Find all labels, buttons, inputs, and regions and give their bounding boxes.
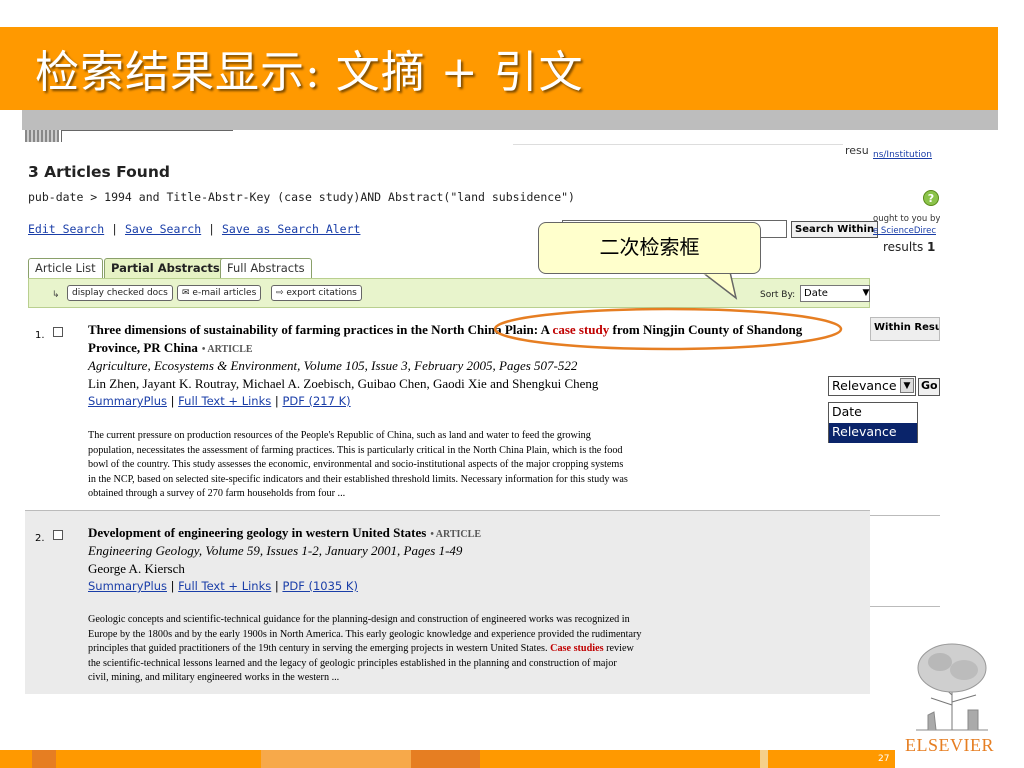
- search-actions: Edit Search | Save Search | Save as Sear…: [28, 222, 360, 236]
- article-type-badge: • ARTICLE: [430, 529, 481, 540]
- separator: |: [170, 579, 175, 593]
- within-results-button[interactable]: Within Resu: [870, 317, 940, 341]
- full-text-link[interactable]: Full Text + Links: [178, 579, 271, 593]
- divider: [513, 144, 843, 145]
- chevron-down-icon[interactable]: ▼: [900, 378, 914, 393]
- divider: [870, 515, 940, 516]
- abstract-text: review: [603, 643, 634, 654]
- tab-partial-abstracts[interactable]: Partial Abstracts: [104, 258, 227, 278]
- sort-options-list: Date Relevance: [828, 402, 918, 443]
- help-icon[interactable]: ?: [923, 190, 939, 206]
- edit-search-link[interactable]: Edit Search: [28, 222, 104, 236]
- callout-tail: [700, 272, 738, 300]
- result-links: SummaryPlus | Full Text + Links | PDF (2…: [88, 394, 351, 408]
- sciencedirect-link[interactable]: e ScienceDirec: [873, 226, 936, 236]
- separator: |: [111, 222, 119, 236]
- search-query-text: pub-date > 1994 and Title-Abstr-Key (cas…: [28, 190, 575, 204]
- publisher-logo: ELSEVIER: [905, 735, 994, 755]
- results-count: results 1: [883, 240, 935, 254]
- separator: |: [208, 222, 216, 236]
- export-citations-button[interactable]: ⇨ export citations: [271, 285, 362, 301]
- full-text-link[interactable]: Full Text + Links: [178, 394, 271, 408]
- summaryplus-link[interactable]: SummaryPlus: [88, 579, 167, 593]
- result-abstract: Geologic concepts and scientific-technic…: [88, 613, 768, 686]
- article-type-badge: • ARTICLE: [201, 344, 253, 355]
- search-within-button[interactable]: Search Within: [791, 221, 879, 238]
- arrow-down-icon: ↳: [52, 290, 60, 300]
- page-number: 27: [878, 754, 890, 764]
- abstract-highlight: Case studies: [550, 643, 604, 654]
- separator: |: [274, 394, 279, 408]
- title-text[interactable]: Province, PR China: [88, 340, 198, 355]
- sort-option-date[interactable]: Date: [829, 403, 917, 423]
- abstract-line: bowl of the country. This study assesses…: [88, 459, 624, 470]
- abstract-line: Geologic concepts and scientific-technic…: [88, 614, 630, 625]
- summaryplus-link[interactable]: SummaryPlus: [88, 394, 167, 408]
- abstract-line: The current pressure on production resou…: [88, 430, 591, 441]
- brought-to-you-text: ought to you by: [873, 214, 940, 224]
- abstract-line: principles that guided practitioners of …: [88, 642, 768, 657]
- result-source: Engineering Geology, Volume 59, Issues 1…: [88, 543, 463, 558]
- result-links: SummaryPlus | Full Text + Links | PDF (1…: [88, 579, 358, 593]
- tab-full-abstracts[interactable]: Full Abstracts: [220, 258, 312, 278]
- separator: |: [170, 394, 175, 408]
- abstract-line: obtained through a survey of 270 farm ho…: [88, 488, 346, 499]
- chevron-down-icon[interactable]: ▼: [860, 285, 872, 302]
- display-checked-button[interactable]: display checked docs: [67, 285, 173, 301]
- results-value: 1: [927, 240, 936, 254]
- export-icon: ⇨: [276, 288, 284, 298]
- result-number: 1.: [35, 330, 45, 341]
- results-label: results: [883, 240, 924, 254]
- title-text: Three dimensions of sustainability of fa…: [88, 322, 553, 337]
- divider: [61, 130, 233, 131]
- site-logo-fragment: [25, 130, 59, 142]
- result-authors: Lin Zhen, Jayant K. Routray, Michael A. …: [88, 376, 599, 391]
- email-articles-label: e-mail articles: [192, 288, 257, 298]
- result-checkbox[interactable]: [53, 530, 63, 540]
- articles-found-heading: 3 Articles Found: [28, 163, 170, 181]
- abstract-text: principles that guided practitioners of …: [88, 643, 551, 654]
- save-search-link[interactable]: Save Search: [125, 222, 201, 236]
- export-citations-label: export citations: [286, 288, 357, 298]
- abstract-line: Europe by the 1800s and by the early 190…: [88, 628, 642, 640]
- result-checkbox[interactable]: [53, 327, 63, 337]
- result-title-line: Development of engineering geology in we…: [88, 524, 481, 542]
- abstract-line: population, necessitates the assessment …: [88, 444, 623, 456]
- search-results-screenshot: resu ns/Institution 3 Articles Found pub…: [25, 130, 940, 695]
- divider: [61, 130, 62, 142]
- separator: |: [274, 579, 279, 593]
- result-abstract: The current pressure on production resou…: [88, 429, 748, 502]
- footer-band: [0, 750, 895, 768]
- email-articles-button[interactable]: ✉ e-mail articles: [177, 285, 262, 301]
- tab-article-list[interactable]: Article List: [28, 258, 103, 278]
- abstract-line: the scientific-technical lessons learned…: [88, 657, 617, 669]
- list-item: 2.: [35, 528, 45, 546]
- result-title[interactable]: Development of engineering geology in we…: [88, 525, 426, 540]
- results-header-fragment: resu: [845, 144, 869, 157]
- callout-secondary-search: 二次检索框: [538, 222, 761, 274]
- result-source: Agriculture, Ecosystems & Environment, V…: [88, 358, 578, 373]
- sort-by-label: Sort By:: [760, 290, 796, 300]
- sort-option-relevance[interactable]: Relevance: [829, 423, 917, 443]
- slide-title: 检索结果显示: 文摘 + 引文: [35, 47, 584, 98]
- divider: [870, 606, 940, 607]
- result-title-line2: Province, PR China • ARTICLE: [88, 339, 253, 357]
- institution-link[interactable]: ns/Institution: [873, 150, 932, 160]
- abstract-line: civil, mining, and military engineered w…: [88, 672, 340, 683]
- title-shadow: [22, 110, 998, 130]
- abstract-line: in the NCP, based on selected site-speci…: [88, 473, 628, 485]
- pdf-link[interactable]: PDF (217 K): [282, 394, 350, 408]
- elsevier-tree-logo: [916, 643, 988, 731]
- result-number: 2.: [35, 533, 45, 544]
- pdf-link[interactable]: PDF (1035 K): [282, 579, 358, 593]
- go-button[interactable]: Go: [918, 378, 940, 396]
- list-item: 1.: [35, 325, 45, 343]
- save-alert-link[interactable]: Save as Search Alert: [222, 222, 360, 236]
- envelope-icon: ✉: [182, 288, 190, 298]
- result-authors: George A. Kiersch: [88, 561, 185, 576]
- highlight-ellipse: [493, 307, 843, 351]
